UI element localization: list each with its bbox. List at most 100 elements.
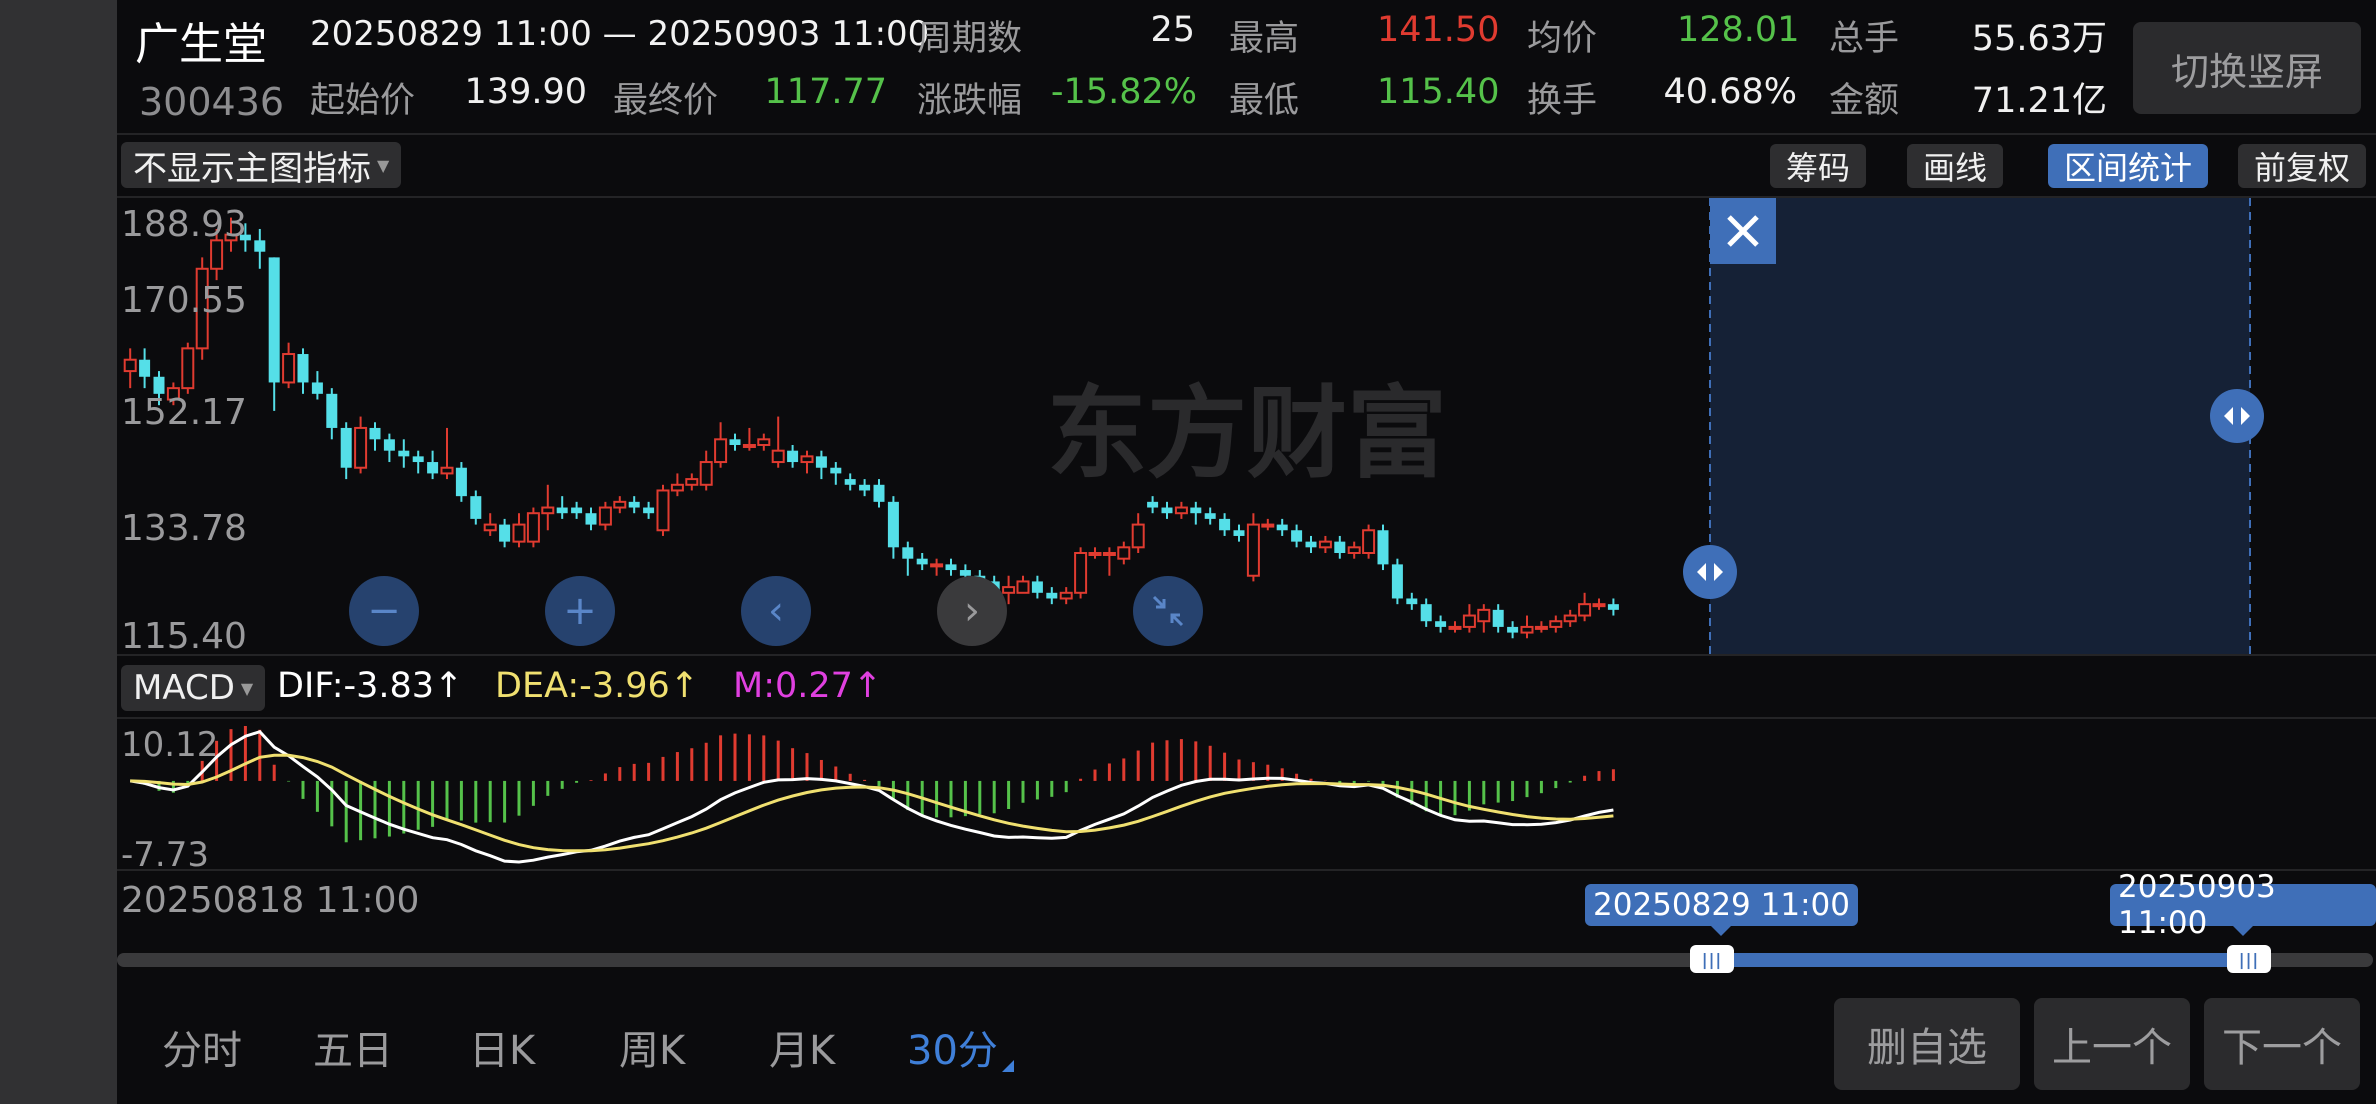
candle [729,433,741,451]
candle [585,507,597,531]
tab-monthly-k[interactable]: 月K [769,1018,835,1076]
macd-indicator-select[interactable]: MACD ▼ [121,665,266,711]
candle [512,513,526,548]
candle [311,371,323,400]
slider-end-handle[interactable]: ||| [2227,945,2271,973]
dea-line [130,753,1614,853]
candle-body [930,563,944,568]
forward-adjust-button[interactable]: 前复权 [2238,144,2367,188]
candle [1435,615,1447,633]
candle-body [1520,625,1534,634]
candle-body [139,359,151,377]
candle-body [1233,530,1245,536]
candle-body [181,347,195,390]
range-end-handle[interactable] [2210,389,2264,443]
range-selection-overlay [1710,198,2250,654]
previous-stock-button[interactable]: 上一个 [2034,998,2190,1090]
scroll-left-button[interactable]: ‹ [741,576,811,646]
candle [483,513,497,536]
range-start-handle[interactable] [1683,545,1737,599]
candle [268,257,280,411]
chips-button[interactable]: 筹码 [1770,144,1867,188]
remove-watchlist-button[interactable]: 删自选 [1834,998,2020,1090]
candle-body [859,484,871,491]
tab-five-day[interactable]: 五日 [313,1018,393,1076]
candle-body [598,506,612,526]
candle-body [1362,529,1376,555]
candle-body [383,439,395,451]
candle [427,450,439,480]
candle [787,444,799,468]
candle [598,501,612,531]
candle [571,501,583,519]
tab-weekly-k[interactable]: 周K [619,1018,685,1076]
candle [1534,621,1548,633]
candle [1305,535,1317,554]
candle [1334,535,1346,559]
draw-line-button[interactable]: 画线 [1907,144,2004,188]
candle-body [1477,608,1491,623]
candle-body [945,564,957,571]
candle [902,541,914,576]
candle [297,348,309,394]
candle [340,422,352,480]
chevron-down-icon: ▼ [240,678,254,698]
zoom-in-button[interactable]: + [545,576,615,646]
close-range-button[interactable] [1710,198,1776,264]
candle [1592,598,1606,610]
chart-canvas[interactable]: 东方财富 188.93 170.55 152.17 133.78 115.40 … [117,0,2376,880]
candle [1190,501,1202,525]
candle [1117,541,1131,565]
range-stats-button[interactable]: 区间统计 [2048,144,2209,188]
chevron-down-icon: ▼ [377,155,390,175]
candle-body [1147,501,1159,508]
candle [1059,587,1073,605]
candle-body [1420,604,1432,622]
tab-daily-k[interactable]: 日K [469,1018,535,1076]
candle-body [499,524,511,542]
candle-body [830,467,842,474]
next-stock-button[interactable]: 下一个 [2204,998,2360,1090]
candle [282,342,296,389]
zoom-out-button[interactable]: − [349,576,419,646]
candle [1246,513,1260,582]
candle [1102,547,1116,576]
candle [1233,524,1245,542]
collapse-button[interactable] [1133,576,1203,646]
candle [1161,501,1173,519]
main-indicator-select[interactable]: 不显示主图指标 ▼ [121,142,402,189]
candle [859,479,871,497]
candle-body [440,466,454,475]
candle-body [1002,586,1016,594]
candle-body [526,512,540,543]
scroll-right-button[interactable]: › [937,576,1007,646]
candle [1219,513,1231,536]
slider-start-handle[interactable]: ||| [1690,945,1734,973]
candle-body [916,558,928,565]
candle-body [1276,524,1288,531]
macd-axis-bottom: -7.73 [121,835,209,875]
candle [1074,547,1088,599]
macd-axis-top: 10.12 [121,725,218,765]
candle-body [1117,546,1131,560]
candle-body [1549,620,1563,628]
chevron-left-icon: ‹ [768,588,784,634]
m-value: M:0.27↑ [733,666,883,706]
candle-body [1578,603,1592,617]
dif-value: DIF:-3.83↑ [277,666,464,706]
candle-body [699,461,713,486]
candle [1318,535,1332,554]
candle-body [787,450,799,463]
candle [670,473,684,497]
candle-body [1607,604,1619,610]
candle-body [1377,530,1389,565]
candle-body [1174,506,1188,515]
candle-body [1190,507,1202,514]
candle [526,507,540,548]
tab-intraday[interactable]: 分时 [162,1018,242,1076]
candle-body [1059,591,1073,600]
tab-30min[interactable]: 30分 [907,1018,998,1076]
candle [1448,621,1462,633]
candle [1046,587,1058,605]
candle-body [455,467,467,497]
